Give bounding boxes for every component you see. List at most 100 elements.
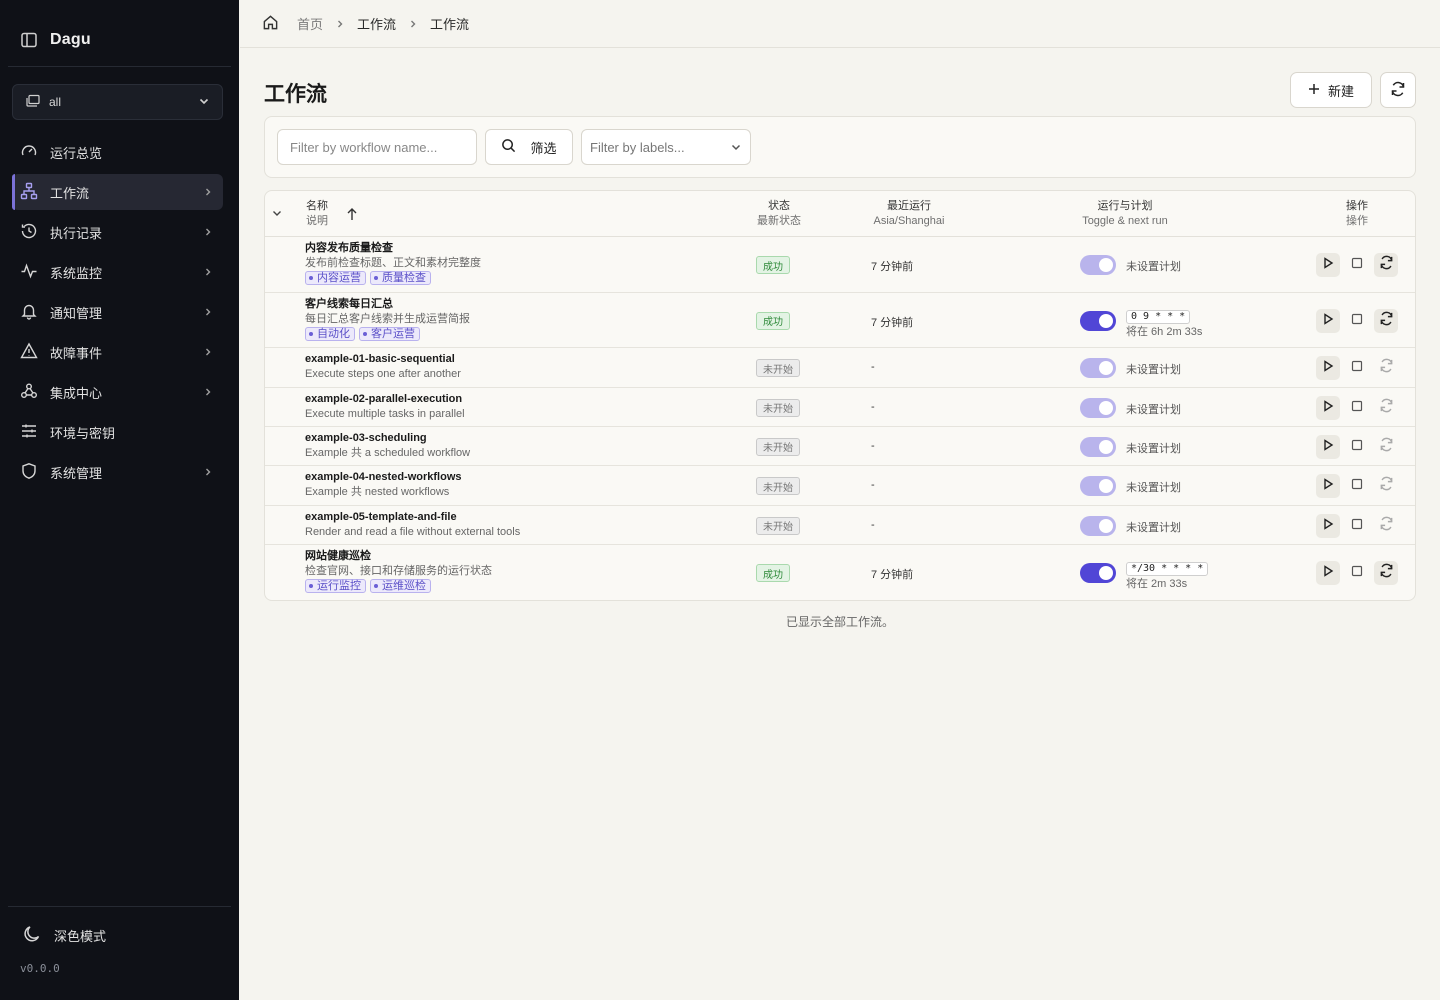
stop-button[interactable] bbox=[1345, 514, 1369, 538]
sidebar-toggle-icon[interactable] bbox=[20, 31, 38, 49]
label-tag[interactable]: 内容运营 bbox=[305, 271, 366, 285]
stop-button[interactable] bbox=[1345, 561, 1369, 585]
refresh-button[interactable] bbox=[1380, 72, 1416, 108]
workflow-cell: example-02-parallel-execution Execute mul… bbox=[305, 392, 465, 422]
run-button[interactable] bbox=[1316, 561, 1340, 585]
retry-button[interactable] bbox=[1374, 356, 1398, 380]
run-button[interactable] bbox=[1316, 513, 1340, 538]
status-badge: 成功 bbox=[756, 564, 790, 582]
run-button[interactable] bbox=[1316, 395, 1340, 420]
workflow-name[interactable]: example-05-template-and-file bbox=[305, 510, 520, 524]
filter-button[interactable]: 筛选 bbox=[485, 129, 573, 165]
workflow-name-filter-input[interactable]: Filter by workflow name... bbox=[277, 129, 477, 165]
stop-button[interactable] bbox=[1345, 474, 1369, 498]
theme-toggle[interactable]: 深色模式 bbox=[22, 924, 106, 947]
schedule-info: 未设置计划 bbox=[1126, 364, 1181, 376]
workflow-name[interactable]: 客户线索每日汇总 bbox=[305, 297, 470, 311]
last-run-time: - bbox=[871, 361, 875, 373]
chevron-right-icon bbox=[203, 307, 213, 317]
stop-button[interactable] bbox=[1345, 253, 1369, 277]
toggle-knob bbox=[1099, 518, 1113, 533]
breadcrumb-home[interactable]: 首页 bbox=[297, 14, 323, 33]
status-badge: 成功 bbox=[756, 256, 790, 274]
retry-button[interactable] bbox=[1374, 561, 1398, 585]
sidebar-item-notifications[interactable]: 通知管理 bbox=[12, 294, 223, 330]
tag-list: 自动化 客户运营 bbox=[305, 327, 470, 341]
workflow-description: 每日汇总客户线索并生成运营简报 bbox=[305, 313, 470, 325]
sort-ascending-icon[interactable] bbox=[346, 207, 358, 224]
table-row[interactable]: 网站健康巡检 检查官网、接口和存储服务的运行状态 运行监控 运维巡检 成功 7 分钟前 */… bbox=[265, 545, 1415, 600]
expand-all-icon[interactable] bbox=[271, 207, 283, 222]
table-row[interactable]: example-04-nested-workflows Example 共 nes… bbox=[265, 466, 1415, 506]
table-row[interactable]: example-02-parallel-execution Execute mul… bbox=[265, 388, 1415, 427]
label-tag[interactable]: 自动化 bbox=[305, 327, 355, 341]
column-header-name[interactable]: 名称 说明 bbox=[306, 199, 328, 229]
workflow-name[interactable]: 内容发布质量检查 bbox=[305, 241, 481, 255]
workspace-select[interactable]: all bbox=[12, 84, 223, 120]
run-button[interactable] bbox=[1316, 434, 1340, 459]
column-header-actions-label: 操作 bbox=[1346, 200, 1368, 212]
schedule-toggle[interactable] bbox=[1080, 310, 1116, 331]
workflow-name[interactable]: 网站健康巡检 bbox=[305, 549, 492, 563]
row-actions bbox=[1316, 474, 1398, 498]
stop-button[interactable] bbox=[1345, 309, 1369, 333]
filter-bar: Filter by workflow name... 筛选 Filter by … bbox=[264, 116, 1416, 178]
sidebar-item-incidents[interactable]: 故障事件 bbox=[12, 334, 223, 370]
table-row[interactable]: example-03-scheduling Example 共 a schedul… bbox=[265, 427, 1415, 466]
tag-dot bbox=[309, 276, 313, 280]
stop-button[interactable] bbox=[1345, 356, 1369, 380]
sidebar-item-system[interactable]: 系统管理 bbox=[12, 454, 223, 490]
retry-button[interactable] bbox=[1374, 253, 1398, 277]
sidebar-item-overview[interactable]: 运行总览 bbox=[12, 134, 223, 170]
next-run: 将在 2m 33s bbox=[1126, 578, 1188, 590]
sidebar-item-history[interactable]: 执行记录 bbox=[12, 214, 223, 250]
column-header-last-run-label: 最近运行 bbox=[887, 200, 931, 212]
retry-button[interactable] bbox=[1374, 396, 1398, 420]
home-icon[interactable] bbox=[262, 14, 279, 34]
run-button[interactable] bbox=[1316, 474, 1340, 498]
chevron-right-icon bbox=[335, 19, 345, 29]
schedule-toggle[interactable] bbox=[1080, 358, 1116, 378]
label-tag[interactable]: 客户运营 bbox=[359, 327, 420, 341]
schedule-toggle[interactable] bbox=[1080, 436, 1116, 457]
column-header-schedule: 运行与计划 Toggle & next run bbox=[1065, 199, 1185, 229]
workflow-name[interactable]: example-01-basic-sequential bbox=[305, 352, 461, 366]
stop-button[interactable] bbox=[1345, 435, 1369, 459]
schedule-toggle[interactable] bbox=[1080, 397, 1116, 418]
last-run-time: - bbox=[871, 479, 875, 491]
sidebar-item-workflows[interactable]: 工作流 bbox=[12, 174, 223, 210]
sidebar-item-integrations[interactable]: 集成中心 bbox=[12, 374, 223, 410]
label-tag[interactable]: 质量检查 bbox=[370, 271, 431, 285]
row-actions bbox=[1316, 308, 1398, 333]
table-row[interactable]: 客户线索每日汇总 每日汇总客户线索并生成运营简报 自动化 客户运营 成功 7 分钟前 0 9… bbox=[265, 293, 1415, 348]
stop-button[interactable] bbox=[1345, 396, 1369, 420]
schedule-toggle[interactable] bbox=[1080, 255, 1116, 275]
sidebar-item-env-secrets[interactable]: 环境与密钥 bbox=[12, 414, 223, 450]
retry-button[interactable] bbox=[1374, 435, 1398, 459]
labels-filter-select[interactable]: Filter by labels... bbox=[581, 129, 751, 165]
sidebar-item-monitoring[interactable]: 系统监控 bbox=[12, 254, 223, 290]
run-button[interactable] bbox=[1316, 253, 1340, 277]
schedule-info: 未设置计划 bbox=[1126, 521, 1181, 534]
last-run-time: 7 分钟前 bbox=[871, 316, 914, 329]
breadcrumb-section[interactable]: 工作流 bbox=[357, 14, 396, 33]
table-row[interactable]: example-05-template-and-file Render and r… bbox=[265, 506, 1415, 545]
workflow-name[interactable]: example-04-nested-workflows bbox=[305, 470, 462, 484]
new-workflow-button[interactable]: 新建 bbox=[1290, 72, 1372, 108]
run-button[interactable] bbox=[1316, 308, 1340, 333]
retry-button[interactable] bbox=[1374, 514, 1398, 538]
label-tag[interactable]: 运维巡检 bbox=[370, 579, 431, 593]
schedule-toggle[interactable] bbox=[1080, 476, 1116, 496]
table-row[interactable]: 内容发布质量检查 发布前检查标题、正文和素材完整度 内容运营 质量检查 成功 7 分钟前 未… bbox=[265, 237, 1415, 293]
retry-button[interactable] bbox=[1374, 308, 1398, 333]
table-row[interactable]: example-01-basic-sequential Execute steps… bbox=[265, 348, 1415, 388]
workflow-name[interactable]: example-03-scheduling bbox=[305, 431, 470, 445]
schedule-toggle[interactable] bbox=[1080, 515, 1116, 536]
retry-icon bbox=[1379, 255, 1394, 275]
retry-button[interactable] bbox=[1374, 474, 1398, 498]
schedule-toggle[interactable] bbox=[1080, 563, 1116, 583]
label-tag[interactable]: 运行监控 bbox=[305, 579, 366, 593]
workflow-name[interactable]: example-02-parallel-execution bbox=[305, 392, 465, 406]
run-button[interactable] bbox=[1316, 356, 1340, 380]
chevron-right-icon bbox=[203, 387, 213, 397]
